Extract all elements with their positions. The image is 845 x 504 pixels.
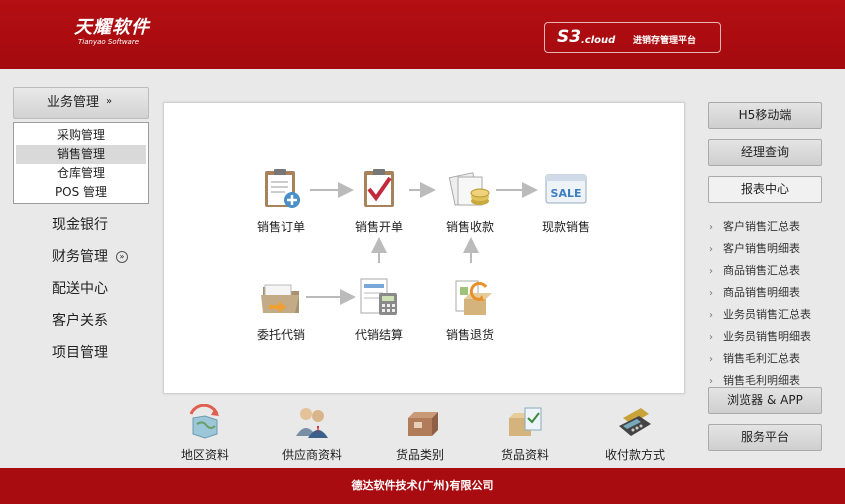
report-item[interactable]: › 业务员销售汇总表 <box>709 304 845 326</box>
return-box-icon <box>455 280 492 315</box>
flow-sales-order-label: 销售订单 <box>256 220 305 234</box>
bottom-payment-method[interactable]: 收付款方式 <box>590 404 680 463</box>
chevron-right-icon: › <box>709 266 713 277</box>
product-badge: S3 .cloud 进销存管理平台 <box>544 22 721 53</box>
nav-finance[interactable]: 财务管理» <box>52 247 128 267</box>
brand-logo: 天耀软件 Tianyao Software <box>74 18 150 47</box>
chevron-right-icon: › <box>709 288 713 299</box>
flow-cash-sales-label: 现款销售 <box>541 220 590 234</box>
bottom-supplier-data[interactable]: 供应商资料 <box>267 404 357 463</box>
flow-sales-order[interactable]: 销售订单 <box>241 167 321 235</box>
clipboard-add-icon <box>265 169 300 208</box>
nav-distribution[interactable]: 配送中心 <box>52 279 108 299</box>
sale-tag-icon: SALE <box>545 174 587 204</box>
calculator-document-icon <box>360 278 397 315</box>
flow-cash-sales[interactable]: SALE 现款销售 <box>526 167 606 235</box>
nav-project-management[interactable]: 项目管理 <box>52 343 108 363</box>
bottom-region-data-label: 地区资料 <box>180 448 229 462</box>
bottom-goods-category[interactable]: 货品类别 <box>375 404 465 463</box>
business-management-toggle[interactable]: 业务管理 » <box>13 87 149 119</box>
nav-cash-bank[interactable]: 现金银行 <box>52 215 108 235</box>
flow-arrows <box>306 182 538 305</box>
bottom-goods-category-label: 货品类别 <box>395 448 444 462</box>
globe-arrow-icon <box>189 403 219 439</box>
chevron-right-icon: › <box>709 244 713 255</box>
pos-terminal-icon <box>619 408 651 436</box>
chevron-right-icon: › <box>709 354 713 365</box>
report-item[interactable]: › 客户销售汇总表 <box>709 216 845 238</box>
chevron-right-icon: › <box>709 310 713 321</box>
logo-subtitle: Tianyao Software <box>78 38 140 46</box>
flow-sales-return[interactable]: 销售退货 <box>430 275 510 343</box>
service-platform-button[interactable]: 服务平台 <box>708 424 822 451</box>
box-category-icon <box>408 412 438 436</box>
submenu-warehouse[interactable]: 仓库管理 <box>16 164 146 183</box>
folder-arrow-icon <box>261 284 299 313</box>
submenu-sales[interactable]: 销售管理 <box>16 145 146 164</box>
nav-customer-relations[interactable]: 客户关系 <box>52 311 108 331</box>
report-item[interactable]: › 销售毛利汇总表 <box>709 348 845 370</box>
bottom-supplier-data-label: 供应商资料 <box>281 448 342 462</box>
product-cloud: .cloud <box>581 35 616 46</box>
report-item[interactable]: › 业务员销售明细表 <box>709 326 845 348</box>
submenu-pos[interactable]: POS 管理 <box>16 183 146 202</box>
submenu-purchase[interactable]: 采购管理 <box>16 126 146 145</box>
flow-sales-invoice-label: 销售开单 <box>354 220 403 234</box>
manager-query-button[interactable]: 经理查询 <box>708 139 822 166</box>
svg-text:SALE: SALE <box>551 187 582 200</box>
clipboard-check-icon <box>364 169 394 207</box>
chevron-right-icon: › <box>709 222 713 233</box>
bottom-goods-data-label: 货品资料 <box>500 448 549 462</box>
flow-sales-invoice[interactable]: 销售开单 <box>339 167 419 235</box>
app-header: 天耀软件 Tianyao Software S3 .cloud 进销存管理平台 <box>0 0 845 69</box>
report-item[interactable]: › 客户销售明细表 <box>709 238 845 260</box>
chevron-right-icon: › <box>709 332 713 343</box>
footer-company: 德达软件技术(广州)有限公司 <box>0 468 845 504</box>
report-list: › 客户销售汇总表 › 客户销售明细表 › 商品销售汇总表 › 商品销售明细表 › 业务员… <box>709 216 845 392</box>
flow-consignment[interactable]: 委托代销 <box>241 275 321 343</box>
box-checklist-icon <box>509 407 542 436</box>
product-tagline: 进销存管理平台 <box>633 36 697 46</box>
flow-consign-settle[interactable]: 代销结算 <box>339 275 419 343</box>
product-name: S3 <box>557 27 582 47</box>
chevron-double-down-icon: » <box>116 251 128 263</box>
flow-consign-settle-label: 代销结算 <box>354 328 403 342</box>
report-item[interactable]: › 商品销售明细表 <box>709 282 845 304</box>
flow-sales-receipt-label: 销售收款 <box>445 220 494 234</box>
chevron-double-down-icon: » <box>105 95 113 107</box>
h5-mobile-button[interactable]: H5移动端 <box>708 102 822 129</box>
coins-documents-icon <box>448 172 490 206</box>
flow-sales-receipt[interactable]: 销售收款 <box>430 167 510 235</box>
logo-title: 天耀软件 <box>74 17 150 38</box>
bottom-goods-data[interactable]: 货品资料 <box>480 404 570 463</box>
business-submenu: 采购管理 销售管理 仓库管理 POS 管理 <box>13 122 149 204</box>
browser-app-button[interactable]: 浏览器 & APP <box>708 387 822 414</box>
nav-group-title: 业务管理 <box>46 95 99 110</box>
report-center-button[interactable]: 报表中心 <box>708 176 822 203</box>
flow-sales-return-label: 销售退货 <box>445 328 494 342</box>
flow-consignment-label: 委托代销 <box>256 328 305 342</box>
report-item[interactable]: › 商品销售汇总表 <box>709 260 845 282</box>
sales-flow-panel: 销售订单 销售开单 销售收款 SALE 现款销售 委托代销 代销结算 销售退货 <box>163 102 685 394</box>
people-icon <box>296 408 328 438</box>
bottom-payment-method-label: 收付款方式 <box>604 448 665 462</box>
bottom-region-data[interactable]: 地区资料 <box>160 403 250 463</box>
